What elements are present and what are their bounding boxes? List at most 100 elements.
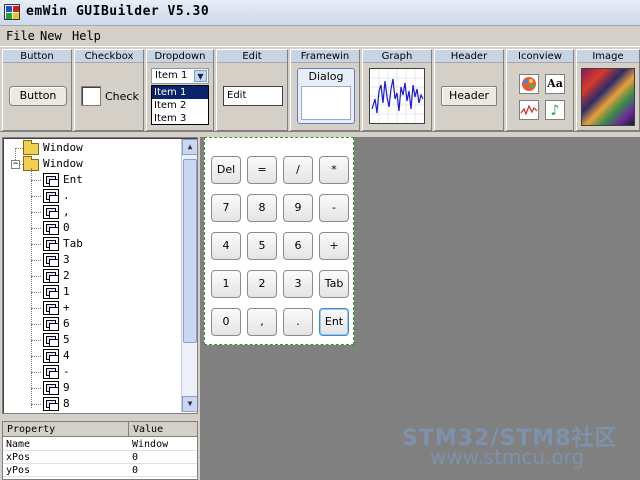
calc-key[interactable]: 2 bbox=[247, 270, 277, 298]
tree-item-button[interactable]: 9 bbox=[63, 380, 70, 396]
dropdown-preview-list: Item 1 Item 2 Item 3 bbox=[151, 85, 209, 125]
tree-item-button[interactable]: 8 bbox=[63, 396, 70, 412]
title-bar[interactable]: emWin GUIBuilder V5.30 bbox=[0, 0, 640, 26]
property-name: Name bbox=[3, 438, 129, 451]
tool-header[interactable]: Header Header bbox=[434, 49, 504, 131]
calc-key[interactable]: 1 bbox=[211, 270, 241, 298]
button-preview: Button bbox=[9, 86, 67, 106]
calc-key[interactable]: Tab bbox=[319, 270, 349, 298]
tree-item-button[interactable]: 2 bbox=[63, 268, 70, 284]
button-widget-icon bbox=[43, 397, 59, 411]
tree-item-button[interactable]: 5 bbox=[63, 332, 70, 348]
tree-item-button[interactable]: - bbox=[63, 364, 70, 380]
tool-graph-label: Graph bbox=[363, 50, 431, 63]
calculator-window[interactable]: Del = / * 7 8 9- 4 5 6 +1 2 3 Tab 0,. Ent bbox=[204, 137, 354, 345]
button-widget-icon bbox=[43, 285, 59, 299]
tool-button-label: Button bbox=[3, 50, 71, 63]
tree-item-button[interactable]: , bbox=[63, 204, 70, 220]
tool-framewin[interactable]: Framewin Dialog bbox=[290, 49, 360, 131]
calc-key[interactable]: 7 bbox=[211, 194, 241, 222]
tree-item-window[interactable]: Window bbox=[43, 140, 83, 156]
calc-key[interactable]: 3 bbox=[283, 270, 313, 298]
graph-waveform-icon bbox=[370, 69, 424, 123]
image-preview bbox=[581, 68, 635, 126]
music-note-icon: ♪ bbox=[545, 100, 565, 120]
tree-connector bbox=[31, 180, 41, 181]
calc-key[interactable]: = bbox=[247, 156, 277, 184]
tree-connector bbox=[31, 292, 41, 293]
calc-key[interactable]: * bbox=[319, 156, 349, 184]
tool-framewin-label: Framewin bbox=[291, 50, 359, 63]
tool-edit[interactable]: Edit Edit bbox=[216, 49, 288, 131]
tree-item-button[interactable]: 1 bbox=[63, 284, 70, 300]
tree-connector bbox=[31, 308, 41, 309]
collapse-icon[interactable]: − bbox=[11, 160, 20, 169]
tool-image[interactable]: Image bbox=[576, 49, 640, 131]
button-widget-icon bbox=[43, 301, 59, 315]
calc-key[interactable]: Del bbox=[211, 156, 241, 184]
menu-file[interactable]: File bbox=[6, 29, 35, 43]
calc-key[interactable]: - bbox=[319, 194, 349, 222]
tree-connector bbox=[31, 324, 41, 325]
button-widget-icon bbox=[43, 205, 59, 219]
framewin-preview-client bbox=[301, 86, 351, 120]
tree-connector bbox=[31, 340, 41, 341]
tree-item-button[interactable]: Ent bbox=[63, 172, 83, 188]
tool-checkbox[interactable]: Checkbox Check bbox=[74, 49, 144, 131]
palette-icon bbox=[519, 74, 539, 94]
object-tree[interactable]: Window − Window Ent., 0 Tab 3 2 1 +6 5 4-9 8 ▲ ▼ bbox=[2, 137, 198, 414]
tree-item-button[interactable]: + bbox=[63, 300, 70, 316]
menu-bar: File New Help bbox=[0, 27, 640, 45]
scroll-thumb[interactable] bbox=[183, 159, 197, 343]
tree-item-window[interactable]: Window bbox=[43, 156, 83, 172]
button-widget-icon bbox=[43, 189, 59, 203]
dropdown-option: Item 2 bbox=[154, 100, 187, 111]
tool-dropdown[interactable]: Dropdown Item 1 ▼ Item 1 Item 2 Item 3 bbox=[146, 49, 214, 131]
checkbox-preview-box bbox=[81, 86, 101, 106]
chevron-down-icon: ▼ bbox=[194, 70, 207, 82]
button-widget-icon bbox=[43, 173, 59, 187]
scroll-up-icon[interactable]: ▲ bbox=[182, 139, 197, 155]
tool-button[interactable]: Button Button bbox=[2, 49, 72, 131]
edit-preview: Edit bbox=[223, 86, 283, 106]
calc-key[interactable]: , bbox=[247, 308, 277, 336]
calc-key[interactable]: 5 bbox=[247, 232, 277, 260]
dropdown-preview-selected: Item 1 ▼ bbox=[151, 68, 209, 84]
framewin-preview-title: Dialog bbox=[308, 70, 344, 83]
calc-key[interactable]: 9 bbox=[283, 194, 313, 222]
dropdown-option: Item 3 bbox=[154, 113, 187, 124]
tree-connector bbox=[31, 372, 41, 373]
calc-key[interactable]: / bbox=[283, 156, 313, 184]
property-value[interactable]: Window bbox=[129, 438, 197, 451]
tool-graph[interactable]: Graph bbox=[362, 49, 432, 131]
calc-key[interactable]: 0 bbox=[211, 308, 241, 336]
menu-help[interactable]: Help bbox=[72, 29, 101, 43]
property-grid[interactable]: Property Value Name Window xPos 0 yPos 0 bbox=[2, 421, 198, 480]
dropdown-option: Item 1 bbox=[152, 86, 208, 99]
tree-item-button[interactable]: Tab bbox=[63, 236, 83, 252]
tree-item-button[interactable]: 0 bbox=[63, 220, 70, 236]
tree-item-button[interactable]: . bbox=[63, 188, 70, 204]
property-value[interactable]: 0 bbox=[129, 464, 197, 477]
tool-iconview[interactable]: Iconview Aa ♪ bbox=[506, 49, 574, 131]
calc-key[interactable]: 6 bbox=[283, 232, 313, 260]
button-widget-icon bbox=[43, 317, 59, 331]
tree-scrollbar[interactable]: ▲ ▼ bbox=[181, 139, 197, 412]
calc-key[interactable]: + bbox=[319, 232, 349, 260]
scroll-down-icon[interactable]: ▼ bbox=[182, 396, 197, 412]
tree-item-button[interactable]: 3 bbox=[63, 252, 70, 268]
button-widget-icon bbox=[43, 333, 59, 347]
button-widget-icon bbox=[43, 221, 59, 235]
menu-new[interactable]: New bbox=[40, 29, 62, 43]
calc-key[interactable]: 4 bbox=[211, 232, 241, 260]
tree-connector bbox=[31, 244, 41, 245]
app-window: emWin GUIBuilder V5.30 File New Help But… bbox=[0, 0, 640, 480]
property-value[interactable]: 0 bbox=[129, 451, 197, 464]
calc-key[interactable]: . bbox=[283, 308, 313, 336]
calc-key[interactable]: Ent bbox=[319, 308, 349, 336]
calc-key[interactable]: 8 bbox=[247, 194, 277, 222]
framewin-preview: Dialog bbox=[297, 68, 355, 124]
tree-item-button[interactable]: 4 bbox=[63, 348, 70, 364]
button-widget-icon bbox=[43, 365, 59, 379]
tree-item-button[interactable]: 6 bbox=[63, 316, 70, 332]
